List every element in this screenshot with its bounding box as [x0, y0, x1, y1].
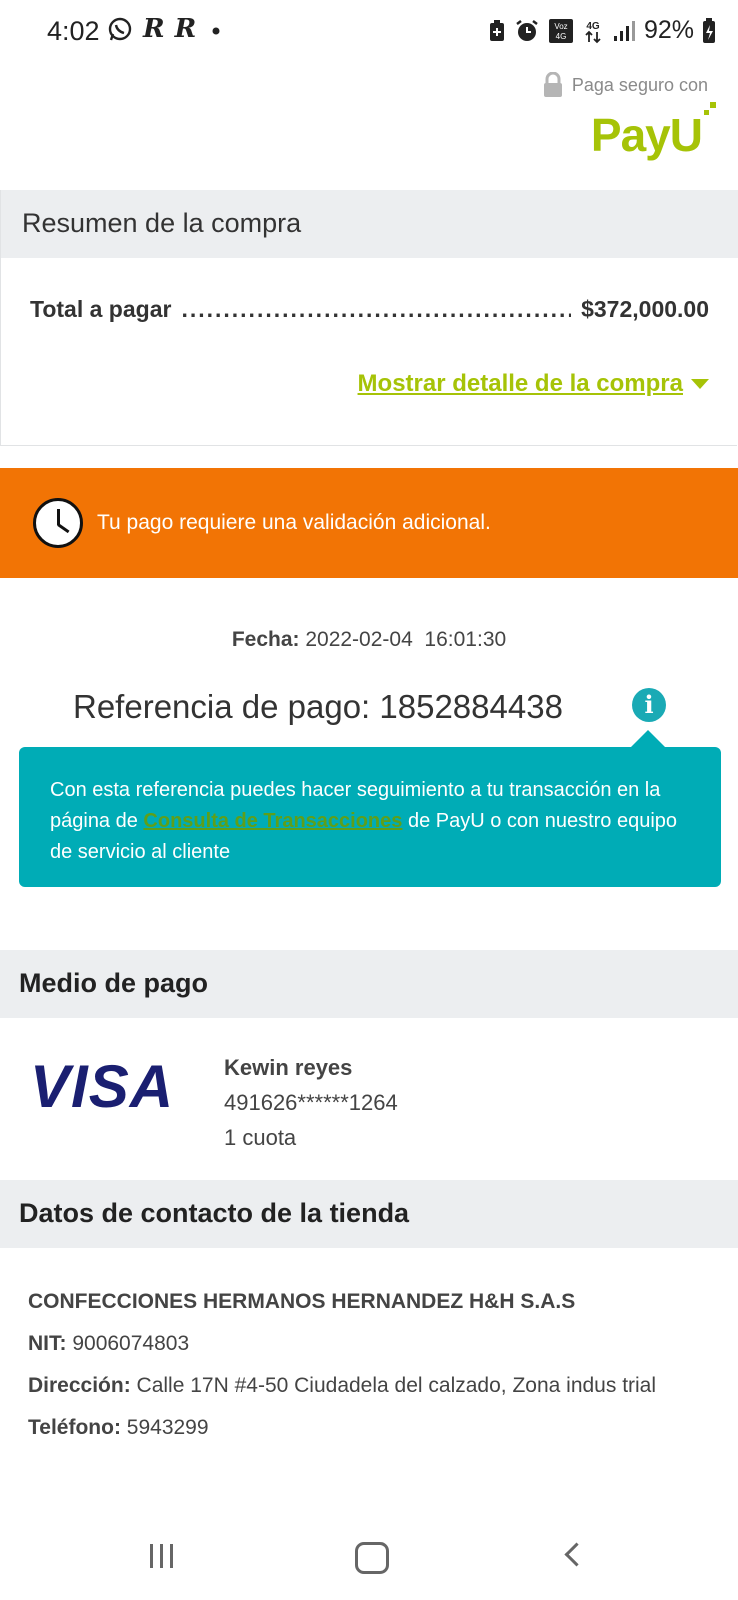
store-address: Dirección: Calle 17N #4-50 Ciudadela del…	[28, 1369, 718, 1402]
status-bar: 4:02 R R Voz 4G 4G 92%	[0, 0, 738, 62]
battery-icon	[703, 17, 715, 43]
consulta-transacciones-link[interactable]: Consulta de Transacciones	[143, 810, 402, 832]
info-icon[interactable]: i	[632, 688, 666, 722]
address-label: Dirección:	[28, 1374, 131, 1397]
show-purchase-detail-link[interactable]: Mostrar detalle de la compra	[358, 370, 709, 398]
r-app-icon: R	[143, 14, 165, 44]
status-time: 4:02	[47, 16, 100, 46]
alert-text: Tu pago requiere una validación adiciona…	[97, 511, 491, 534]
store-contact-header: Datos de contacto de la tienda	[0, 1180, 738, 1248]
summary-header: Resumen de la compra	[0, 190, 738, 258]
reference-tooltip: Con esta referencia puedes hacer seguimi…	[19, 747, 721, 887]
lock-icon	[543, 72, 562, 97]
clock-icon	[33, 498, 83, 548]
4g-icon: 4G	[585, 21, 601, 43]
payment-method-header: Medio de pago	[0, 950, 738, 1018]
navigation-bar	[0, 1520, 738, 1600]
nit-value: 9006074803	[72, 1332, 190, 1355]
recent-apps-icon[interactable]	[150, 1544, 173, 1568]
secure-payment-label: Paga seguro con	[542, 72, 708, 98]
installments: 1 cuota	[224, 1125, 297, 1150]
reference-value: 1852884438	[379, 688, 563, 725]
store-phone: Teléfono: 5943299	[28, 1411, 718, 1444]
date-value: 2022-02-04 16:01:30	[305, 628, 507, 651]
summary-title: Resumen de la compra	[22, 208, 302, 238]
card-number: 491626******1264	[224, 1090, 398, 1115]
total-row: Total a pagar ..........................…	[30, 296, 709, 323]
payu-logo-dots-icon	[704, 102, 716, 115]
address-value: Calle 17N #4-50 Ciudadela del calzado, Z…	[136, 1374, 657, 1397]
system-status: Voz 4G 4G 92%	[488, 16, 716, 45]
date-label: Fecha:	[231, 628, 300, 651]
visa-logo: VISA	[30, 1053, 175, 1120]
signal-icon	[613, 20, 635, 41]
volte-icon: Voz4G	[548, 18, 573, 43]
transaction-date: Fecha: 2022-02-04 16:01:30	[0, 628, 738, 652]
validation-alert: Tu pago requiere una validación adiciona…	[0, 468, 738, 578]
show-purchase-detail-text: Mostrar detalle de la compra	[357, 370, 683, 397]
whatsapp-icon	[108, 17, 132, 41]
store-contact-title: Datos de contacto de la tienda	[19, 1198, 410, 1228]
total-value: $372,000.00	[581, 296, 709, 322]
total-label: Total a pagar	[30, 296, 172, 322]
svg-text:4G: 4G	[586, 21, 600, 32]
alarm-icon	[516, 19, 538, 41]
secure-text: Paga seguro con	[571, 74, 708, 95]
reference-label: Referencia de pago:	[73, 688, 371, 725]
caret-down-icon	[691, 379, 709, 389]
back-icon[interactable]	[564, 1542, 589, 1567]
total-leader-dots: ........................................…	[181, 296, 571, 322]
notification-icons: R R	[107, 14, 226, 44]
payment-method-title: Medio de pago	[19, 968, 208, 998]
dot-icon	[212, 27, 220, 35]
battery-saver-icon	[489, 19, 504, 41]
r-app-icon: R	[174, 14, 197, 44]
summary-box: Total a pagar ..........................…	[0, 258, 737, 446]
card-holder: Kewin reyes	[224, 1055, 353, 1080]
payu-logo-text: PayU	[590, 109, 703, 161]
payment-reference: Referencia de pago: 1852884438	[73, 688, 563, 726]
battery-level: 92%	[643, 16, 694, 44]
svg-text:Voz: Voz	[554, 22, 567, 31]
payu-logo: PayU	[590, 102, 716, 162]
svg-text:4G: 4G	[556, 32, 567, 41]
home-icon[interactable]	[355, 1542, 389, 1574]
phone-label: Teléfono:	[28, 1416, 121, 1439]
store-contact-details: CONFECCIONES HERMANOS HERNANDEZ H&H S.A.…	[28, 1285, 718, 1453]
phone-value: 5943299	[126, 1416, 209, 1439]
store-nit: NIT: 9006074803	[28, 1327, 718, 1360]
card-info: Kewin reyes 491626******1264 1 cuota	[224, 1050, 398, 1155]
nit-label: NIT:	[28, 1332, 67, 1355]
tooltip-arrow	[631, 730, 665, 747]
store-name: CONFECCIONES HERMANOS HERNANDEZ H&H S.A.…	[28, 1290, 576, 1313]
